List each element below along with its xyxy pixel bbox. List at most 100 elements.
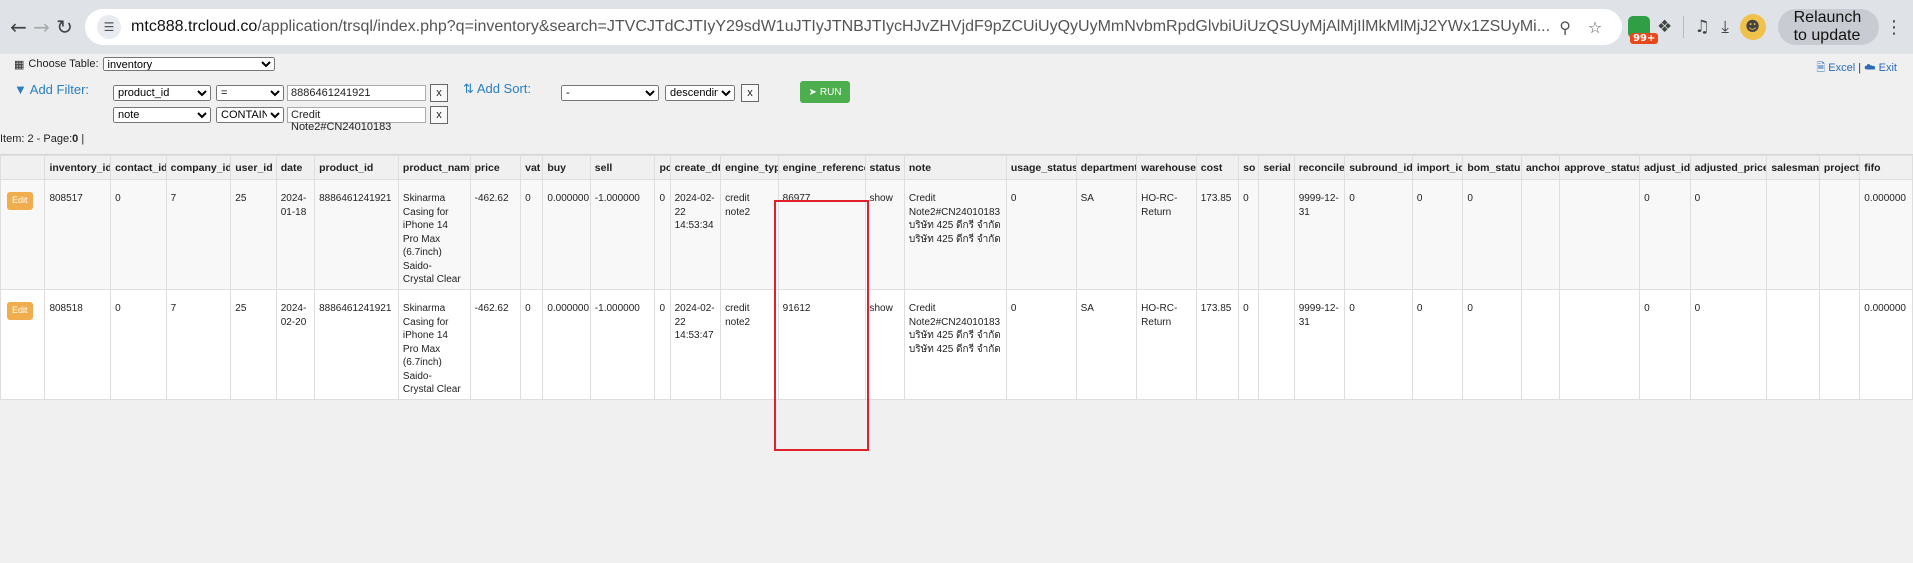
cell-subround_id: 0 [1344, 179, 1413, 290]
column-header-create_dt[interactable]: create_dt [669, 155, 722, 180]
column-header-anchor[interactable]: anchor [1520, 155, 1561, 180]
column-header-import_id[interactable]: import_id [1411, 155, 1464, 180]
sort-direction-select[interactable]: descending [665, 85, 735, 101]
cell-date: 2024-01-18 [275, 179, 316, 290]
cell-sell: -1.000000 [589, 289, 656, 400]
column-header-user_id[interactable]: user_id [230, 155, 277, 180]
column-header-product_id[interactable]: product_id [314, 155, 399, 180]
cell-warehouse: HO-RC-Return [1136, 289, 1197, 400]
column-header-contact_id[interactable]: contact_id [110, 155, 167, 180]
column-header-engine_reference[interactable]: engine_reference [777, 155, 866, 180]
column-header-reconcile[interactable]: reconcile [1293, 155, 1346, 180]
run-button[interactable]: ➤ RUN [800, 81, 850, 103]
cell-create_dt: 2024-02-22 14:53:34 [669, 179, 722, 290]
cell-company_id: 7 [165, 289, 232, 400]
column-header-salesman[interactable]: salesman [1766, 155, 1820, 180]
excel-link[interactable]: Excel [1828, 62, 1855, 74]
item-count: Item: 2 - Page:0 | [0, 133, 84, 145]
url-text[interactable]: mtc888.trcloud.co/application/trsql/inde… [131, 18, 1550, 36]
table-select[interactable]: inventory [102, 57, 275, 71]
column-header-cost[interactable]: cost [1195, 155, 1240, 180]
forward-icon[interactable]: → [33, 10, 50, 44]
column-header-serial[interactable]: serial [1258, 155, 1295, 180]
add-filter-button[interactable]: ▼ Add Filter: [14, 82, 89, 97]
cell-salesman [1766, 179, 1820, 290]
column-header-usage_status[interactable]: usage_status [1005, 155, 1077, 180]
remove-sort-button[interactable]: x [741, 84, 759, 102]
relaunch-button[interactable]: Relaunch to update [1777, 9, 1880, 45]
edit-button[interactable]: Edit [7, 302, 33, 320]
cell-price: -462.62 [469, 289, 522, 400]
column-header-approve_status[interactable]: approve_status [1559, 155, 1641, 180]
cell-status: show [864, 289, 905, 400]
extension-icon[interactable]: 99+ [1628, 10, 1659, 44]
column-header-department[interactable]: department [1075, 155, 1138, 180]
cell-serial [1258, 289, 1295, 400]
column-header-warehouse[interactable]: warehouse [1136, 155, 1197, 180]
column-header-subround_id[interactable]: subround_id [1344, 155, 1413, 180]
column-header-note[interactable]: note [903, 155, 1007, 180]
column-header-project[interactable]: project [1818, 155, 1861, 180]
results-table: inventory_id contact_id company_id user_id d… [0, 155, 1913, 400]
site-settings-icon[interactable]: ☰ [97, 15, 122, 39]
filter-column-select-2[interactable]: note [113, 107, 211, 123]
remove-filter-button-2[interactable]: x [430, 106, 448, 124]
add-sort-label: Add Sort: [476, 81, 532, 96]
choose-table-label: Choose Table: [28, 58, 99, 70]
cell-cost: 173.85 [1195, 179, 1240, 290]
column-header-price[interactable]: price [469, 155, 522, 180]
column-header-actions[interactable] [0, 155, 46, 180]
puzzle-extensions-icon[interactable]: ❖ [1656, 10, 1673, 44]
column-header-buy[interactable]: buy [542, 155, 591, 180]
edit-button[interactable]: Edit [7, 192, 33, 210]
column-header-engine_type[interactable]: engine_type [720, 155, 779, 180]
zoom-icon[interactable]: ⚲ [1550, 18, 1580, 37]
filter-value-input-1[interactable]: 8886461241921 [287, 85, 426, 101]
reading-list-icon[interactable]: ♫ [1694, 10, 1711, 44]
item-separator: | [81, 133, 85, 145]
filter-value-input-2[interactable]: Credit Note2#CN24010183 [287, 107, 426, 133]
cell-product_id: 8886461241921 [314, 179, 399, 290]
add-sort-button[interactable]: ⇅ Add Sort: [463, 81, 531, 97]
cell-vat: 0 [520, 289, 544, 400]
sort-icon: ⇅ [463, 81, 474, 96]
sort-column-select[interactable]: - [561, 85, 659, 101]
column-header-date[interactable]: date [275, 155, 316, 180]
cell-subround_id: 0 [1344, 289, 1413, 400]
profile-avatar[interactable]: ☻ [1739, 10, 1766, 44]
table-header-row: inventory_id contact_id company_id user_id d… [0, 155, 1913, 180]
bookmark-star-icon[interactable]: ☆ [1580, 18, 1610, 37]
cell-engine_type: credit note2 [720, 179, 779, 290]
filter-operator-select-1[interactable]: = [216, 85, 284, 101]
filter-column-select-1[interactable]: product_id [113, 85, 211, 101]
browser-menu-icon[interactable]: ⋮ [1885, 17, 1903, 38]
table-row: Edit 808517 0 7 25 2024-01-18 8886461241921 Ski… [0, 179, 1913, 290]
column-header-product_name[interactable]: product_name [397, 155, 471, 180]
column-header-company_id[interactable]: company_id [165, 155, 232, 180]
column-header-vat[interactable]: vat [520, 155, 544, 180]
column-header-sell[interactable]: sell [589, 155, 656, 180]
column-header-adjusted_price[interactable]: adjusted_price [1689, 155, 1768, 180]
exit-link[interactable]: Exit [1879, 62, 1897, 74]
cell-project [1818, 289, 1861, 400]
cell-usage_status: 0 [1005, 179, 1077, 290]
cell-bom_status: 0 [1462, 289, 1522, 400]
filter-operator-select-2[interactable]: CONTAIN [216, 107, 284, 123]
column-header-inventory_id[interactable]: inventory_id [44, 155, 112, 180]
column-header-bom_status[interactable]: bom_status [1462, 155, 1522, 180]
column-header-status[interactable]: status [864, 155, 905, 180]
column-header-so[interactable]: so [1238, 155, 1260, 180]
column-header-po[interactable]: po [654, 155, 671, 180]
cell-import_id: 0 [1411, 179, 1464, 290]
download-icon[interactable]: ⤓ [1717, 10, 1734, 44]
address-bar[interactable]: ☰ mtc888.trcloud.co/application/trsql/in… [85, 9, 1623, 45]
cell-engine_reference: 86977 [777, 179, 866, 290]
remove-filter-button-1[interactable]: x [430, 84, 448, 102]
column-header-adjust_id[interactable]: adjust_id [1639, 155, 1691, 180]
column-header-fifo[interactable]: fifo [1859, 155, 1913, 180]
cell-engine_reference: 91612 [777, 289, 866, 400]
reload-icon[interactable]: ↻ [56, 10, 73, 44]
cell-inventory_id: 808518 [44, 289, 112, 400]
cell-create_dt: 2024-02-22 14:53:47 [669, 289, 722, 400]
back-icon[interactable]: ← [10, 10, 27, 44]
